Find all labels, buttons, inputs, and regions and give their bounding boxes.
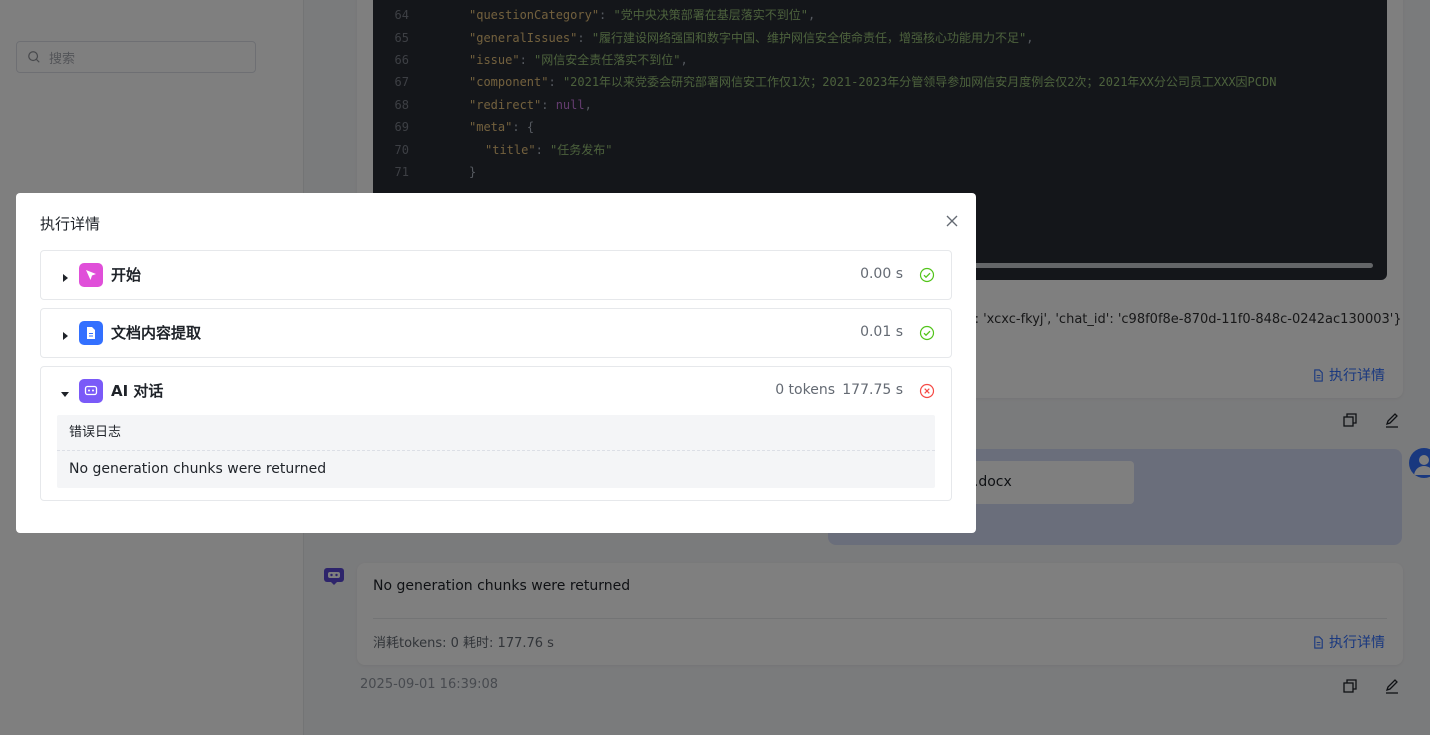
- close-icon: [946, 215, 958, 227]
- execution-detail-dialog: 执行详情 开始 0.00 s 文档内容提取 0.01 s AI 对话 0 tok…: [16, 193, 976, 533]
- step-duration: 0.00 s: [860, 266, 903, 282]
- step-name: AI 对话: [111, 382, 164, 400]
- step-name: 开始: [111, 266, 142, 284]
- caret-down-icon[interactable]: [59, 385, 71, 397]
- success-check-icon: [919, 325, 935, 341]
- step-tokens: 0 tokens: [775, 382, 835, 398]
- error-log-title: 错误日志: [57, 415, 935, 451]
- dialog-title: 执行详情: [40, 215, 101, 233]
- step-duration: 177.75 s: [842, 382, 903, 398]
- caret-right-icon[interactable]: [59, 327, 71, 340]
- step-start[interactable]: 开始 0.00 s: [40, 250, 952, 300]
- error-log-message: No generation chunks were returned: [69, 461, 327, 477]
- success-check-icon: [919, 267, 935, 283]
- cursor-icon: [79, 263, 103, 287]
- caret-right-icon[interactable]: [59, 269, 71, 282]
- error-x-icon: [919, 383, 935, 399]
- step-duration: 0.01 s: [860, 324, 903, 340]
- robot-icon: [79, 379, 103, 403]
- close-button[interactable]: [944, 213, 960, 229]
- step-ai-chat[interactable]: AI 对话 0 tokens 177.75 s 错误日志 No generati…: [40, 366, 952, 501]
- step-name: 文档内容提取: [111, 324, 202, 342]
- step-document-extract[interactable]: 文档内容提取 0.01 s: [40, 308, 952, 358]
- document-icon: [79, 321, 103, 345]
- error-log-panel: 错误日志 No generation chunks were returned: [57, 415, 935, 488]
